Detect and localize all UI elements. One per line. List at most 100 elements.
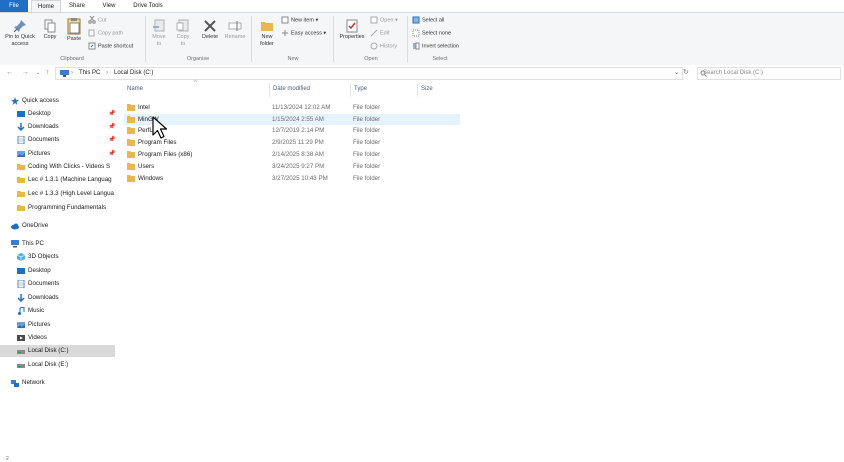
nav-item-label: Pictures [28,150,51,157]
nav-item-label: OneDrive [22,222,49,229]
file-row[interactable]: PerfL 12/7/2019 2:14 PM File folder [124,125,460,136]
search-placeholder: Search Local Disk (C:) [703,70,764,76]
pin-icon[interactable]: 📌 [108,134,115,146]
new-item-button[interactable]: New item ▾ [281,16,318,24]
nav-item-lec-1-3-3-high-level-langua[interactable]: Lec # 1.3.3 (High Level Langua [0,188,115,200]
file-row[interactable]: MinGW 1/15/2024 2:55 AM File folder [124,114,460,125]
copyto-label-2: to [180,40,186,47]
invert-selection-button[interactable]: Invert selection [412,42,459,50]
forward-arrow-icon[interactable]: → [22,68,29,78]
new-folder-icon [261,22,273,31]
nav-item-desktop[interactable]: Desktop [0,265,115,277]
easy-access-button[interactable]: Easy access ▾ [281,29,326,37]
nav-item-downloads[interactable]: Downloads 📌 [0,121,115,133]
tab-view[interactable]: View [95,0,123,12]
file-row[interactable]: Users 3/24/2025 9:27 PM File folder [124,161,460,172]
address-dropdown-icon[interactable]: ⌄ [674,68,679,79]
properties-button[interactable]: Properties [336,19,368,41]
music-icon [18,307,25,315]
select-all-label: Select all [422,17,445,24]
file-date: 3/24/2025 9:27 PM [272,163,325,170]
search-input[interactable]: Search Local Disk (C:) [697,67,841,80]
file-name: PerfL [138,127,153,134]
breadcrumb-local-disk[interactable]: Local Disk (C:) [114,68,153,79]
address-bar[interactable]: › This PC › Local Disk (C:) ⌄ [55,67,683,80]
nav-item-label: Local Disk (E:) [28,361,69,368]
up-arrow-icon[interactable]: ↑ [46,68,50,78]
nav-item-quick-access[interactable]: Quick access [0,95,115,107]
column-header-name[interactable]: Name [127,86,143,92]
breadcrumb-this-pc[interactable]: This PC [79,68,100,79]
delete-button[interactable]: Delete [199,19,221,41]
column-divider[interactable] [350,83,351,97]
pin-label-1: Pin to Quick [5,34,35,40]
file-row[interactable]: Program Files (x86) 2/14/2025 8:38 AM File… [124,149,460,160]
column-header-date[interactable]: Date modified [273,86,310,92]
new-folder-label-1: New [261,34,273,40]
nav-item-desktop[interactable]: Desktop 📌 [0,108,115,120]
pin-icon[interactable]: 📌 [108,148,115,160]
paste-button[interactable]: Paste [63,17,85,43]
back-arrow-icon[interactable]: ← [6,68,13,78]
nav-item-pictures[interactable]: Pictures 📌 [0,148,115,160]
select-all-button[interactable]: Select all [412,16,444,24]
nav-item-documents[interactable]: Documents [0,278,115,290]
nav-item-lec-1-3-1-machine-languag[interactable]: Lec # 1.3.1 (Machine Languag [0,174,115,186]
refresh-icon[interactable]: ↻ [683,68,689,78]
document-icon [17,136,25,144]
tab-drive-tools[interactable]: Drive Tools [126,0,170,12]
nav-item-downloads[interactable]: Downloads [0,292,115,304]
new-folder-button[interactable]: New folder [256,19,278,47]
nav-item-documents[interactable]: Documents 📌 [0,134,115,146]
nav-item-label: Videos [28,334,47,341]
rename-button[interactable]: Rename [223,19,247,41]
file-row[interactable]: Windows 3/27/2025 10:43 PM File folder [124,173,460,184]
group-divider [333,16,334,62]
group-divider [251,16,252,62]
nav-item-programming-fundamentals[interactable]: Programming Fundamentals [0,202,115,214]
pin-to-quick-access-button[interactable]: Pin to Quick access [2,19,38,47]
nav-item-onedrive[interactable]: OneDrive [0,220,115,232]
history-button[interactable]: History [370,42,397,50]
nav-item-music[interactable]: Music [0,305,115,317]
tab-share[interactable]: Share [63,0,91,12]
nav-item-local-disk-c[interactable]: Local Disk (C:) [0,345,115,357]
file-row[interactable]: Intel 11/13/2024 12:02 AM File folder [124,102,460,113]
nav-item-3d-objects[interactable]: 3D Objects [0,251,115,263]
open-button[interactable]: Open ▾ [370,16,398,24]
nav-item-network[interactable]: Network [0,377,115,389]
nav-item-pictures[interactable]: Pictures [0,319,115,331]
copy-to-button[interactable]: Copy to [172,19,194,47]
nav-item-videos[interactable]: Videos [0,332,115,344]
cloud-icon [11,223,19,230]
nav-item-label: Documents [28,136,60,143]
select-none-button[interactable]: Select none [412,29,451,37]
copy-button[interactable]: Copy [40,19,60,41]
column-header-type[interactable]: Type [354,86,367,92]
cut-button[interactable]: Cut [88,15,107,24]
drive-icon [17,350,25,354]
pin-icon[interactable]: 📌 [108,121,115,133]
nav-item-this-pc[interactable]: This PC [0,238,115,250]
nav-item-coding-with-clicks-videos-s[interactable]: Coding With Clicks - Videos S [0,161,115,173]
folder-icon [17,191,25,197]
nav-item-local-disk-e[interactable]: Local Disk (E:) [0,359,115,371]
column-header-size[interactable]: Size [421,86,433,92]
pin-icon[interactable]: 📌 [108,108,115,120]
edit-button[interactable]: Edit [370,29,389,37]
paste-shortcut-button[interactable]: Paste shortcut [88,42,133,50]
nav-item-label: Programming Fundamentals [28,204,107,211]
column-divider[interactable] [417,83,418,97]
move-to-button[interactable]: Move to [148,19,170,47]
recent-locations-icon[interactable]: ⌄ [36,68,40,78]
new-folder-label-2: folder [260,40,274,47]
copy-path-button[interactable]: Copy path [88,29,123,37]
tab-home[interactable]: Home [31,0,61,12]
file-row[interactable]: Program Files 2/9/2025 11:29 PM File folde… [124,137,460,148]
nav-item-label: Desktop [28,267,51,274]
file-type: File folder [353,175,381,182]
column-divider[interactable] [269,83,270,97]
tab-file[interactable]: File [0,0,28,12]
folder-icon [127,139,135,146]
folder-icon [127,104,135,111]
